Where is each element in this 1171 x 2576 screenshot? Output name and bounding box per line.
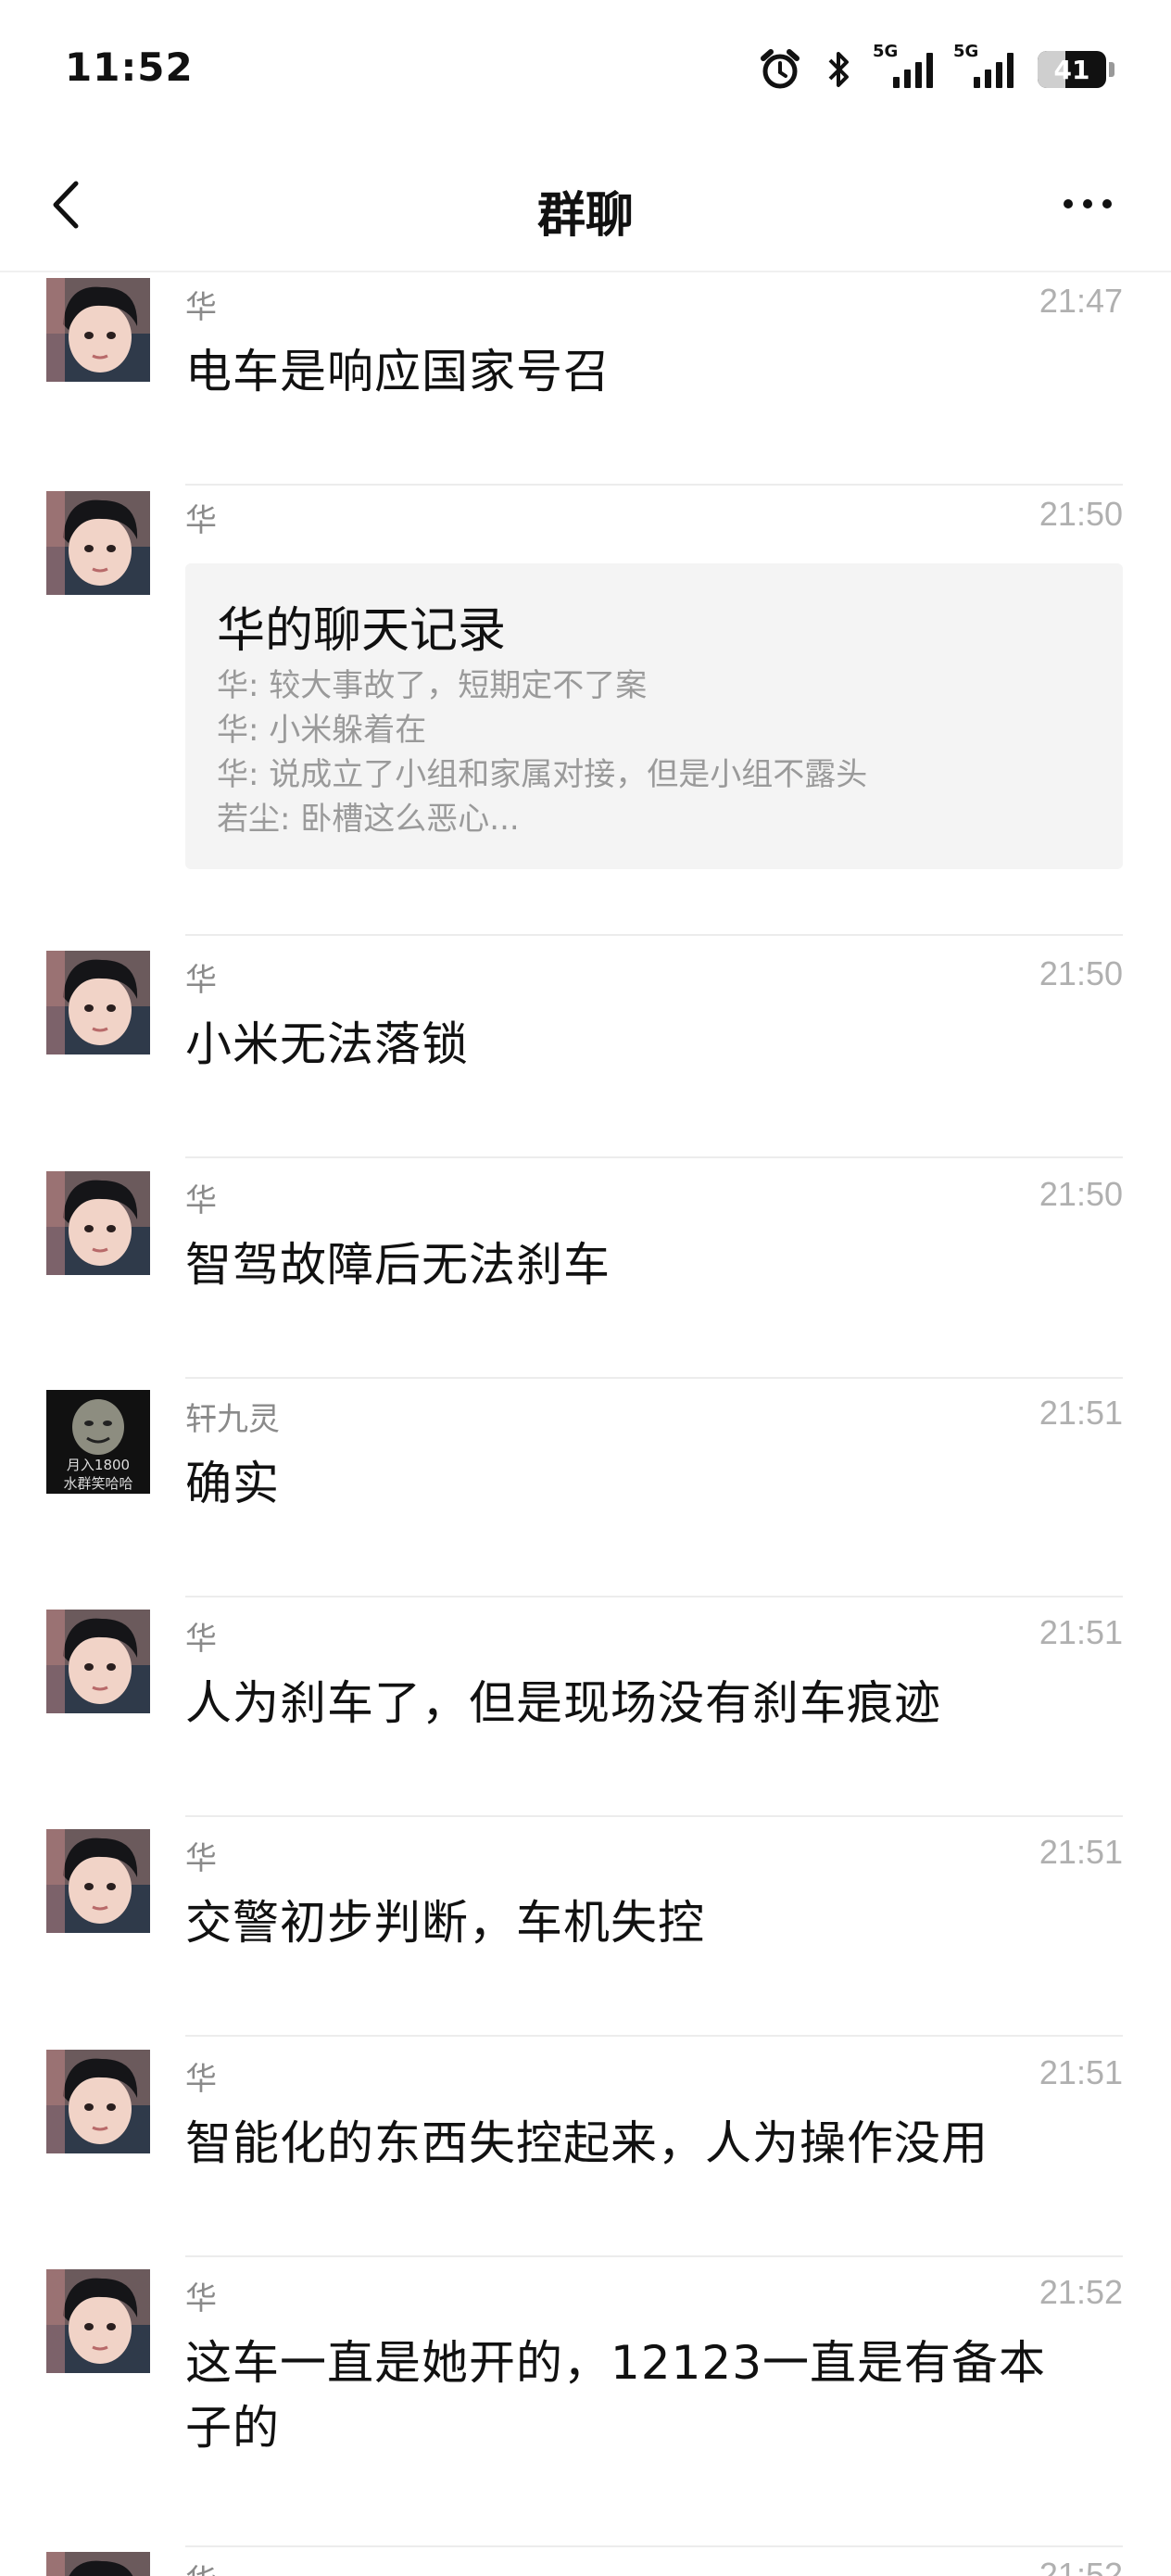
message-text: 小米无法落锁 xyxy=(185,1017,469,1071)
message-item[interactable]: 华 21:50 智驾故障后无法刹车 xyxy=(0,1171,1171,1379)
message-time: 21:50 xyxy=(1039,954,1123,992)
message-item[interactable]: 华 21:52 这车一直是她开的，12123一直是有备本子的 xyxy=(0,2269,1171,2547)
avatar-caption: 水群笑哈哈 xyxy=(63,1475,133,1492)
message-text: 这车一直是她开的，12123一直是有备本子的 xyxy=(185,2336,1047,2455)
sender-name: 华 xyxy=(185,1840,217,1877)
message-text: 人为刹车了，但是现场没有刹车痕迹 xyxy=(185,1676,941,1730)
message-divider xyxy=(185,2545,1123,2547)
message-item[interactable]: 月入1800 水群笑哈哈 轩九灵 21:51 确实 xyxy=(0,1390,1171,1597)
sender-name: 华 xyxy=(185,2061,217,2098)
message-item[interactable]: 华 21:50 华的聊天记录华: 较大事故了，短期定不了案 华: 小米躲着在华: 说成… xyxy=(0,491,1171,936)
avatar[interactable] xyxy=(46,1829,150,1933)
message-list[interactable]: 华 21:47 电车是响应国家号召华 21:50 华的聊天记录 华: 较大事故了，短期定不… xyxy=(0,272,1171,2576)
chat-record-line: 华: 小米躲着在 xyxy=(217,712,427,749)
message-text: 智能化的东西失控起来，人为操作没用 xyxy=(185,2116,988,2170)
sender-name: 华 xyxy=(185,502,217,539)
sender-name: 华 xyxy=(185,962,217,999)
sender-name: 华 xyxy=(185,2556,217,2576)
sender-name: 轩九灵 xyxy=(185,1401,280,1438)
sender-name: 华 xyxy=(185,289,217,326)
signal-icon-1: 5G xyxy=(873,42,933,88)
avatar[interactable] xyxy=(46,2050,150,2153)
message-time: 21:51 xyxy=(1039,1613,1123,1651)
message-item[interactable]: 华 21:51 智能化的东西失控起来，人为操作没用 xyxy=(0,2050,1171,2257)
message-time: 21:47 xyxy=(1039,282,1123,320)
message-divider xyxy=(185,1156,1123,1158)
message-time: 21:52 xyxy=(1039,2556,1123,2576)
chat-record-card[interactable]: 华的聊天记录华: 较大事故了，短期定不了案 华: 小米躲着在华: 说成立了小组和家… xyxy=(185,563,1123,869)
chat-record-title: 华的聊天记录 xyxy=(217,603,507,659)
status-icons: 5G 5G 41 xyxy=(758,42,1114,95)
message-divider xyxy=(185,2255,1123,2257)
message-text: 交警初步判断，车机失控 xyxy=(185,1896,705,1950)
chat-record-line: 若尘: 卧槽这么恶心... xyxy=(217,801,520,838)
message-item[interactable]: 华 21:51 交警初步判断，车机失控 xyxy=(0,1829,1171,2037)
message-time: 21:52 xyxy=(1039,2273,1123,2311)
message-time: 21:50 xyxy=(1039,495,1123,533)
page-title: 群聊 xyxy=(536,188,634,244)
message-item[interactable]: 华 21:50 小米无法落锁 xyxy=(0,951,1171,1158)
message-divider xyxy=(185,1596,1123,1597)
signal-icon-2: 5G xyxy=(953,42,1014,88)
avatar[interactable] xyxy=(46,1171,150,1275)
chat-header: 群聊 xyxy=(0,139,1171,272)
avatar-caption: 月入1800 xyxy=(66,1457,131,1473)
sender-name: 华 xyxy=(185,1182,217,1219)
chat-record-line: 华: 较大事故了，短期定不了案 xyxy=(217,667,648,704)
avatar[interactable] xyxy=(46,278,150,382)
sender-name: 华 xyxy=(185,1621,217,1658)
message-text: 确实 xyxy=(185,1457,280,1510)
message-divider xyxy=(185,934,1123,936)
message-item[interactable]: 华 21:52 xyxy=(0,2552,1171,2576)
chat-record-line: 华: 说成立了小组和家属对接，但是小组不露头 xyxy=(217,756,868,793)
avatar[interactable] xyxy=(46,2269,150,2373)
avatar[interactable] xyxy=(46,2552,150,2576)
message-divider xyxy=(185,484,1123,486)
alarm-icon xyxy=(761,49,800,89)
more-options-icon[interactable] xyxy=(1051,176,1125,232)
bluetooth-icon xyxy=(828,52,849,87)
message-item[interactable]: 华 21:51 人为刹车了，但是现场没有刹车痕迹 xyxy=(0,1610,1171,1817)
avatar[interactable] xyxy=(46,951,150,1054)
message-time: 21:51 xyxy=(1039,1394,1123,1432)
message-time: 21:51 xyxy=(1039,2053,1123,2091)
message-item[interactable]: 华 21:47 电车是响应国家号召 xyxy=(0,278,1171,486)
battery-icon: 41 xyxy=(1038,51,1114,88)
message-divider xyxy=(185,2035,1123,2037)
message-divider xyxy=(185,1377,1123,1379)
message-text: 电车是响应国家号召 xyxy=(185,345,611,398)
message-divider xyxy=(185,1815,1123,1817)
avatar[interactable] xyxy=(46,1610,150,1713)
status-time: 11:52 xyxy=(65,44,194,90)
message-text: 智驾故障后无法刹车 xyxy=(185,1238,611,1292)
message-time: 21:51 xyxy=(1039,1833,1123,1871)
message-time: 21:50 xyxy=(1039,1175,1123,1213)
status-bar: 11:52 5G 5G 41 xyxy=(0,0,1171,139)
sender-name: 华 xyxy=(185,2280,217,2317)
avatar[interactable] xyxy=(46,491,150,595)
